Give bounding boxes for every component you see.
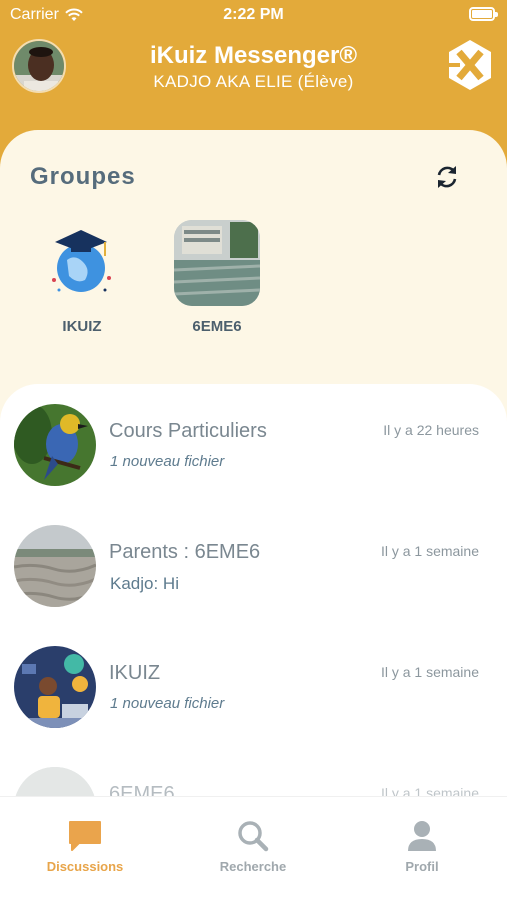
user-subtitle: KADJO AKA ELIE (Élève) [153,72,354,91]
ikuiz-logo [445,38,495,92]
conversation-preview: 1 nouveau fichier [110,453,225,470]
group-label: 6EME6 [192,318,242,335]
conversation-name: Cours Particuliers [109,420,267,442]
conversation-time: Il y a 1 semaine [380,664,479,680]
student-illustration-avatar [14,646,96,728]
school-photo-icon [174,220,260,306]
conversation-time: Il y a 22 heures [383,422,479,438]
conversation-item[interactable]: Cours Particuliers Il y a 22 heures 1 no… [0,384,507,504]
person-icon [404,819,440,853]
refresh-icon[interactable] [432,162,462,192]
tab-recherche[interactable]: Recherche [193,819,313,874]
group-item-6eme6[interactable]: 6EME6 [172,220,262,335]
conversation-name: Parents : 6EME6 [109,541,261,563]
status-time: 2:22 PM [223,6,284,23]
battery-icon [469,7,498,21]
conversation-name: 6EME6 [109,783,175,796]
status-bar: Carrier 2:22 PM [0,0,507,32]
search-icon [235,819,271,853]
globe-graduation-cap-icon [39,220,125,306]
group-label: IKUIZ [62,318,102,335]
app-title: iKuiz Messenger® [149,42,358,69]
group-item-ikuiz[interactable]: IKUIZ [37,220,127,335]
conversation-item[interactable]: IKUIZ Il y a 1 semaine 1 nouveau fichier [0,626,507,746]
conversation-time: Il y a 1 semaine [380,543,479,559]
tab-discussions[interactable]: Discussions [25,819,145,874]
conversation-item[interactable]: Parents : 6EME6 Il y a 1 semaine Kadjo: … [0,505,507,625]
app-header: iKuiz Messenger® KADJO AKA ELIE (Élève) [0,32,507,132]
conversation-item[interactable]: 6EME6 Il y a 1 semaine [0,747,507,796]
crowd-photo-avatar [14,525,96,607]
school-photo-avatar [14,767,96,796]
tab-label: Discussions [46,859,124,874]
tab-bar: Discussions Recherche Profil [0,796,507,900]
conversation-name: IKUIZ [109,662,161,684]
groups-title: Groupes [30,163,136,190]
conversation-preview: 1 nouveau fichier [110,695,225,712]
conversation-list: Cours Particuliers Il y a 22 heures 1 no… [0,384,507,796]
conversation-time: Il y a 1 semaine [380,785,479,796]
chat-bubble-icon [67,819,103,853]
tab-profil[interactable]: Profil [362,819,482,874]
conversation-preview: Kadjo: Hi [110,574,179,593]
bird-photo-avatar [14,404,96,486]
tab-label: Recherche [219,859,287,874]
tab-label: Profil [405,859,439,874]
